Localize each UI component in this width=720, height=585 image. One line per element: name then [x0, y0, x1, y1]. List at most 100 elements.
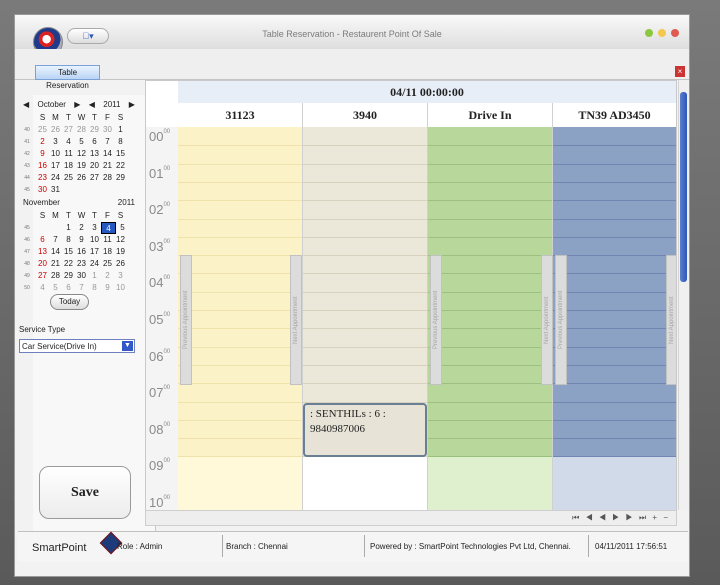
calendar-day[interactable]: 9 — [36, 148, 49, 160]
calendar-day[interactable]: 3 — [114, 270, 127, 282]
calendar-day[interactable]: 25 — [62, 172, 75, 184]
calendar-day[interactable]: 10 — [88, 234, 101, 246]
appointment-card[interactable]: : SENTHILs : 6 : 9840987006 — [303, 403, 427, 457]
calendar-day[interactable]: 6 — [36, 234, 49, 246]
calendar-day[interactable]: 8 — [62, 234, 75, 246]
calendar-day[interactable]: 30 — [101, 124, 114, 136]
calendar-day[interactable]: 19 — [75, 160, 88, 172]
maximize-icon[interactable] — [658, 29, 666, 37]
calendar-day[interactable]: 9 — [101, 282, 114, 294]
calendar-day[interactable]: 26 — [114, 258, 127, 270]
calendar-day[interactable]: 7 — [49, 234, 62, 246]
calendar-day[interactable]: 27 — [88, 172, 101, 184]
calendar-day[interactable]: 12 — [75, 148, 88, 160]
calendar-day[interactable]: 2 — [36, 136, 49, 148]
calendar-day[interactable]: 2 — [101, 270, 114, 282]
calendar-day[interactable]: 4 — [62, 136, 75, 148]
calendar-day[interactable]: 20 — [36, 258, 49, 270]
previous-appointment-tab[interactable]: Previous Appointment — [180, 255, 192, 385]
calendar-day[interactable]: 8 — [88, 282, 101, 294]
calendar-day[interactable]: 22 — [62, 258, 75, 270]
calendar-day[interactable]: 4 — [36, 282, 49, 294]
navigation-controls[interactable]: ⏮ ◀ ◀ ▶ ▶ ⏭ + − — [572, 513, 670, 523]
calendar-day[interactable]: 3 — [49, 136, 62, 148]
calendar-day[interactable]: 14 — [49, 246, 62, 258]
next-appointment-tab[interactable]: Next Appointment — [666, 255, 676, 385]
calendar-day[interactable]: 27 — [62, 124, 75, 136]
tab-close-icon[interactable]: × — [675, 66, 685, 77]
calendar-day[interactable]: 10 — [49, 148, 62, 160]
calendar-day[interactable]: 17 — [49, 160, 62, 172]
calendar-day[interactable]: 21 — [101, 160, 114, 172]
calendar-day[interactable]: 4 — [101, 222, 116, 234]
calendar-day[interactable]: 30 — [75, 270, 88, 282]
calendar-day[interactable]: 22 — [114, 160, 127, 172]
today-button[interactable]: Today — [50, 294, 89, 310]
calendar-day[interactable]: 18 — [62, 160, 75, 172]
calendar-day[interactable]: 1 — [114, 124, 127, 136]
prev-month-icon[interactable]: ◀ — [23, 100, 29, 109]
calendar-day[interactable]: 25 — [101, 258, 114, 270]
next-year-icon[interactable]: ▶ — [129, 100, 135, 109]
calendar-day[interactable]: 28 — [75, 124, 88, 136]
save-button[interactable]: Save — [39, 466, 131, 519]
calendar-day[interactable]: 5 — [75, 136, 88, 148]
previous-appointment-tab[interactable]: Previous Appointment — [430, 255, 442, 385]
vertical-scrollbar[interactable] — [678, 80, 689, 510]
calendar-day[interactable]: 26 — [75, 172, 88, 184]
calendar-day[interactable]: 14 — [101, 148, 114, 160]
calendar-day[interactable]: 31 — [49, 184, 62, 196]
next-month-icon[interactable]: ▶ — [74, 100, 80, 109]
service-type-select[interactable]: Car Service(Drive In) ▼ — [19, 339, 135, 353]
horizontal-scrollbar[interactable]: ⏮ ◀ ◀ ▶ ▶ ⏭ + − — [145, 510, 677, 526]
lane-drive-in[interactable] — [428, 127, 553, 511]
calendar-day[interactable]: 6 — [88, 136, 101, 148]
calendar-day[interactable]: 2 — [75, 222, 88, 234]
calendar-day[interactable]: 6 — [62, 282, 75, 294]
calendar-day[interactable]: 30 — [36, 184, 49, 196]
calendar-day[interactable]: 21 — [49, 258, 62, 270]
calendar-day[interactable]: 28 — [101, 172, 114, 184]
next-appointment-tab[interactable]: Next Appointment — [290, 255, 302, 385]
calendar-day[interactable]: 26 — [49, 124, 62, 136]
calendar-day[interactable]: 25 — [36, 124, 49, 136]
lane-tn39-ad3450[interactable] — [553, 127, 676, 511]
calendar-day[interactable]: 24 — [88, 258, 101, 270]
calendar-day[interactable]: 15 — [114, 148, 127, 160]
calendar-day[interactable]: 27 — [36, 270, 49, 282]
calendar-day[interactable]: 5 — [116, 222, 129, 234]
calendar-day[interactable]: 11 — [101, 234, 114, 246]
calendar-day[interactable]: 13 — [88, 148, 101, 160]
next-appointment-tab[interactable]: Next Appointment — [541, 255, 553, 385]
calendar-day[interactable]: 23 — [36, 172, 49, 184]
calendar-day[interactable]: 18 — [101, 246, 114, 258]
calendar-day[interactable]: 16 — [36, 160, 49, 172]
calendar-day[interactable]: 16 — [75, 246, 88, 258]
calendar-day[interactable]: 10 — [114, 282, 127, 294]
calendar-day[interactable]: 29 — [88, 124, 101, 136]
calendar-day[interactable]: 13 — [36, 246, 49, 258]
calendar-day[interactable]: 7 — [75, 282, 88, 294]
lane-31123[interactable] — [178, 127, 303, 511]
tab-table-reservation[interactable]: Table Reservation — [35, 65, 100, 90]
calendar-day[interactable]: 15 — [62, 246, 75, 258]
calendar-day[interactable]: 29 — [114, 172, 127, 184]
calendar-day[interactable]: 19 — [114, 246, 127, 258]
calendar-day[interactable]: 17 — [88, 246, 101, 258]
calendar-day[interactable]: 24 — [49, 172, 62, 184]
calendar-day[interactable]: 20 — [88, 160, 101, 172]
calendar-day[interactable]: 12 — [114, 234, 127, 246]
calendar-day[interactable]: 5 — [49, 282, 62, 294]
calendar-day[interactable]: 1 — [88, 270, 101, 282]
calendar-day[interactable]: 9 — [75, 234, 88, 246]
chevron-down-icon[interactable]: ▼ — [122, 341, 133, 351]
calendar-day[interactable]: 28 — [49, 270, 62, 282]
calendar-day[interactable]: 23 — [75, 258, 88, 270]
calendar-day[interactable]: 8 — [114, 136, 127, 148]
close-icon[interactable] — [671, 29, 679, 37]
previous-appointment-tab[interactable]: Previous Appointment — [555, 255, 567, 385]
calendar-day[interactable]: 11 — [62, 148, 75, 160]
calendar-day[interactable]: 3 — [88, 222, 101, 234]
calendar-day[interactable]: 7 — [101, 136, 114, 148]
scrollbar-thumb[interactable] — [680, 92, 687, 282]
